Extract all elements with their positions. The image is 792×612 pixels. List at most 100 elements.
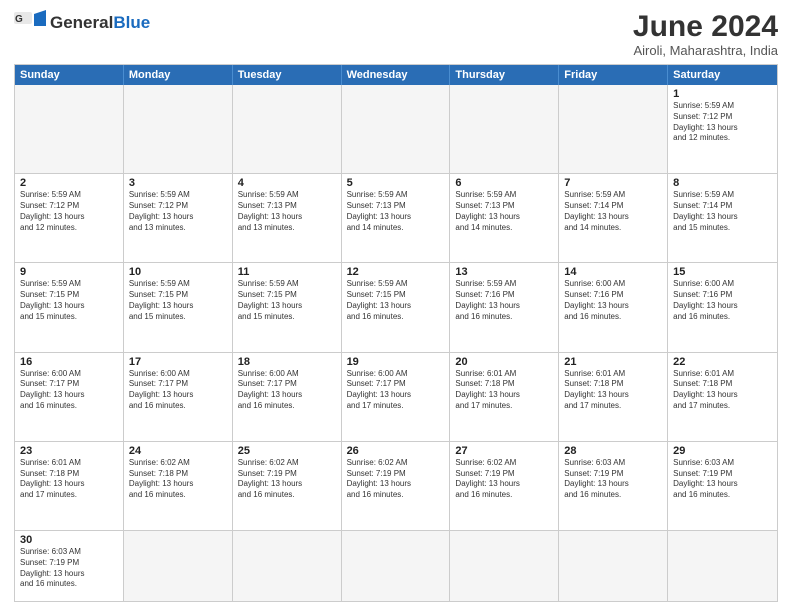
day-info: Sunrise: 6:03 AM Sunset: 7:19 PM Dayligh… [673,458,772,501]
calendar-day-11: 11Sunrise: 5:59 AM Sunset: 7:15 PM Dayli… [233,263,342,351]
day-number: 10 [129,266,227,278]
weekday-header-sunday: Sunday [15,65,124,85]
day-number: 26 [347,445,445,457]
calendar-row-2: 9Sunrise: 5:59 AM Sunset: 7:15 PM Daylig… [15,263,777,352]
day-info: Sunrise: 6:00 AM Sunset: 7:16 PM Dayligh… [564,279,662,322]
day-info: Sunrise: 5:59 AM Sunset: 7:13 PM Dayligh… [238,190,336,233]
day-info: Sunrise: 6:01 AM Sunset: 7:18 PM Dayligh… [455,369,553,412]
day-number: 8 [673,177,772,189]
logo-blue: Blue [113,13,150,32]
day-number: 5 [347,177,445,189]
day-number: 3 [129,177,227,189]
calendar-day-7: 7Sunrise: 5:59 AM Sunset: 7:14 PM Daylig… [559,174,668,262]
calendar-day-26: 26Sunrise: 6:02 AM Sunset: 7:19 PM Dayli… [342,442,451,530]
page: G GeneralBlue June 2024 Airoli, Maharash… [0,0,792,612]
calendar-body: 1Sunrise: 5:59 AM Sunset: 7:12 PM Daylig… [15,85,777,601]
day-info: Sunrise: 6:00 AM Sunset: 7:16 PM Dayligh… [673,279,772,322]
day-info: Sunrise: 6:03 AM Sunset: 7:19 PM Dayligh… [564,458,662,501]
day-number: 13 [455,266,553,278]
calendar-header: SundayMondayTuesdayWednesdayThursdayFrid… [15,65,777,85]
weekday-header-thursday: Thursday [450,65,559,85]
calendar-empty-cell [450,531,559,601]
day-number: 18 [238,356,336,368]
day-info: Sunrise: 5:59 AM Sunset: 7:12 PM Dayligh… [673,101,772,144]
calendar-day-13: 13Sunrise: 5:59 AM Sunset: 7:16 PM Dayli… [450,263,559,351]
day-number: 6 [455,177,553,189]
calendar-empty-cell [233,531,342,601]
day-number: 7 [564,177,662,189]
day-number: 22 [673,356,772,368]
calendar-day-23: 23Sunrise: 6:01 AM Sunset: 7:18 PM Dayli… [15,442,124,530]
logo-general: General [50,13,113,32]
day-number: 23 [20,445,118,457]
day-info: Sunrise: 6:03 AM Sunset: 7:19 PM Dayligh… [20,547,118,590]
day-info: Sunrise: 6:01 AM Sunset: 7:18 PM Dayligh… [673,369,772,412]
calendar-day-14: 14Sunrise: 6:00 AM Sunset: 7:16 PM Dayli… [559,263,668,351]
calendar-day-5: 5Sunrise: 5:59 AM Sunset: 7:13 PM Daylig… [342,174,451,262]
calendar: SundayMondayTuesdayWednesdayThursdayFrid… [14,64,778,602]
calendar-empty-cell [559,85,668,173]
calendar-day-12: 12Sunrise: 5:59 AM Sunset: 7:15 PM Dayli… [342,263,451,351]
calendar-empty-cell [342,85,451,173]
logo: G GeneralBlue [14,10,150,36]
day-info: Sunrise: 6:00 AM Sunset: 7:17 PM Dayligh… [129,369,227,412]
calendar-day-22: 22Sunrise: 6:01 AM Sunset: 7:18 PM Dayli… [668,353,777,441]
calendar-day-1: 1Sunrise: 5:59 AM Sunset: 7:12 PM Daylig… [668,85,777,173]
day-number: 17 [129,356,227,368]
calendar-day-21: 21Sunrise: 6:01 AM Sunset: 7:18 PM Dayli… [559,353,668,441]
calendar-day-10: 10Sunrise: 5:59 AM Sunset: 7:15 PM Dayli… [124,263,233,351]
weekday-header-monday: Monday [124,65,233,85]
day-info: Sunrise: 6:02 AM Sunset: 7:19 PM Dayligh… [347,458,445,501]
day-info: Sunrise: 5:59 AM Sunset: 7:12 PM Dayligh… [129,190,227,233]
calendar-day-30: 30Sunrise: 6:03 AM Sunset: 7:19 PM Dayli… [15,531,124,601]
calendar-row-5: 30Sunrise: 6:03 AM Sunset: 7:19 PM Dayli… [15,531,777,601]
day-number: 14 [564,266,662,278]
day-number: 20 [455,356,553,368]
day-number: 27 [455,445,553,457]
day-info: Sunrise: 6:01 AM Sunset: 7:18 PM Dayligh… [564,369,662,412]
location-subtitle: Airoli, Maharashtra, India [633,43,778,58]
day-info: Sunrise: 6:02 AM Sunset: 7:19 PM Dayligh… [455,458,553,501]
day-number: 12 [347,266,445,278]
calendar-empty-cell [559,531,668,601]
day-info: Sunrise: 6:00 AM Sunset: 7:17 PM Dayligh… [238,369,336,412]
weekday-header-saturday: Saturday [668,65,777,85]
day-info: Sunrise: 6:02 AM Sunset: 7:18 PM Dayligh… [129,458,227,501]
calendar-empty-cell [342,531,451,601]
calendar-row-1: 2Sunrise: 5:59 AM Sunset: 7:12 PM Daylig… [15,174,777,263]
day-info: Sunrise: 5:59 AM Sunset: 7:13 PM Dayligh… [455,190,553,233]
day-info: Sunrise: 6:00 AM Sunset: 7:17 PM Dayligh… [20,369,118,412]
logo-svg: G [14,10,46,36]
day-number: 1 [673,88,772,100]
calendar-day-18: 18Sunrise: 6:00 AM Sunset: 7:17 PM Dayli… [233,353,342,441]
day-info: Sunrise: 5:59 AM Sunset: 7:14 PM Dayligh… [564,190,662,233]
day-info: Sunrise: 6:02 AM Sunset: 7:19 PM Dayligh… [238,458,336,501]
day-info: Sunrise: 5:59 AM Sunset: 7:13 PM Dayligh… [347,190,445,233]
day-number: 4 [238,177,336,189]
day-number: 28 [564,445,662,457]
calendar-day-4: 4Sunrise: 5:59 AM Sunset: 7:13 PM Daylig… [233,174,342,262]
weekday-header-friday: Friday [559,65,668,85]
calendar-day-3: 3Sunrise: 5:59 AM Sunset: 7:12 PM Daylig… [124,174,233,262]
calendar-day-28: 28Sunrise: 6:03 AM Sunset: 7:19 PM Dayli… [559,442,668,530]
calendar-row-3: 16Sunrise: 6:00 AM Sunset: 7:17 PM Dayli… [15,353,777,442]
calendar-day-20: 20Sunrise: 6:01 AM Sunset: 7:18 PM Dayli… [450,353,559,441]
day-info: Sunrise: 5:59 AM Sunset: 7:15 PM Dayligh… [20,279,118,322]
calendar-day-16: 16Sunrise: 6:00 AM Sunset: 7:17 PM Dayli… [15,353,124,441]
day-number: 2 [20,177,118,189]
day-info: Sunrise: 5:59 AM Sunset: 7:16 PM Dayligh… [455,279,553,322]
calendar-day-29: 29Sunrise: 6:03 AM Sunset: 7:19 PM Dayli… [668,442,777,530]
day-number: 19 [347,356,445,368]
calendar-day-25: 25Sunrise: 6:02 AM Sunset: 7:19 PM Dayli… [233,442,342,530]
calendar-day-27: 27Sunrise: 6:02 AM Sunset: 7:19 PM Dayli… [450,442,559,530]
calendar-day-6: 6Sunrise: 5:59 AM Sunset: 7:13 PM Daylig… [450,174,559,262]
svg-text:G: G [15,14,23,25]
day-number: 16 [20,356,118,368]
weekday-header-tuesday: Tuesday [233,65,342,85]
calendar-day-9: 9Sunrise: 5:59 AM Sunset: 7:15 PM Daylig… [15,263,124,351]
day-info: Sunrise: 5:59 AM Sunset: 7:15 PM Dayligh… [347,279,445,322]
calendar-day-2: 2Sunrise: 5:59 AM Sunset: 7:12 PM Daylig… [15,174,124,262]
calendar-empty-cell [450,85,559,173]
day-info: Sunrise: 5:59 AM Sunset: 7:12 PM Dayligh… [20,190,118,233]
calendar-row-4: 23Sunrise: 6:01 AM Sunset: 7:18 PM Dayli… [15,442,777,531]
